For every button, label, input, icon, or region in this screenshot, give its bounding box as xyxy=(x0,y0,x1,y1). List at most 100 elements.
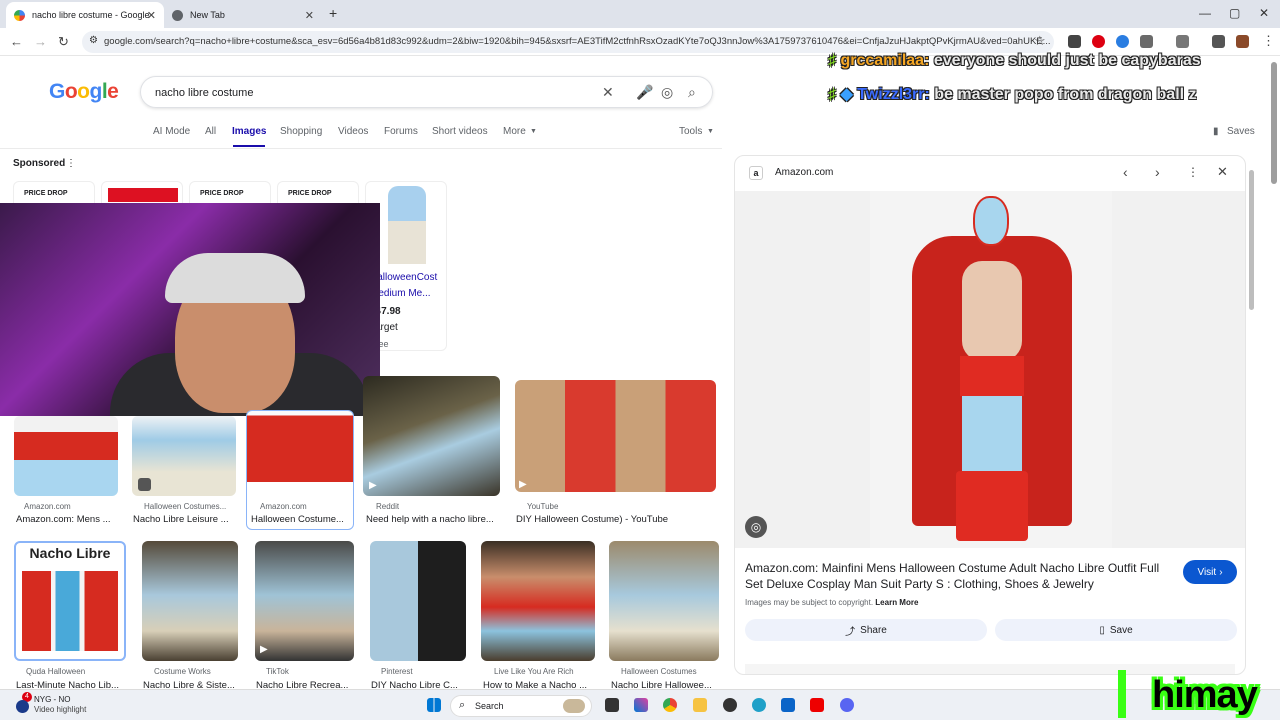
result-image[interactable] xyxy=(14,416,118,496)
panel-title[interactable]: Amazon.com: Mainfini Mens Halloween Cost… xyxy=(745,560,1165,592)
extension-icon[interactable] xyxy=(1068,35,1081,48)
tab-forums[interactable]: Forums xyxy=(384,126,418,137)
search-input[interactable]: nacho libre costume xyxy=(140,76,713,108)
lens-search-icon[interactable]: ◎ xyxy=(745,516,767,538)
app-icon[interactable] xyxy=(723,698,737,712)
result-image[interactable] xyxy=(481,541,595,661)
bookmark-star-icon[interactable]: ☆ xyxy=(1034,33,1046,49)
chrome-icon[interactable] xyxy=(663,698,677,712)
more-options-icon[interactable]: ⋮ xyxy=(66,158,76,169)
result-image[interactable]: ▶ xyxy=(255,541,354,661)
google-logo[interactable]: Google xyxy=(49,80,119,104)
tab-shopping[interactable]: Shopping xyxy=(280,126,322,137)
site-info-icon[interactable]: ⚙ xyxy=(89,35,98,46)
more-options-icon[interactable]: ⋮ xyxy=(1187,165,1199,179)
tab-title: nacho libre costume - Google xyxy=(32,10,150,20)
result-image[interactable] xyxy=(363,376,500,496)
tab-videos[interactable]: Videos xyxy=(338,126,368,137)
browser-tab-bar: nacho libre costume - Google ✕ New Tab ✕… xyxy=(0,0,1280,28)
bookmark-icon: ▯ xyxy=(1099,624,1105,636)
result-image[interactable] xyxy=(370,541,466,661)
share-button[interactable]: ⤴ Share xyxy=(745,619,987,641)
address-bar[interactable]: ⚙ google.com/search?q=nacho+libre+costum… xyxy=(82,31,1054,53)
result-title[interactable]: Nacho Libre Leisure ... xyxy=(133,514,238,525)
tab-ai-mode[interactable]: AI Mode xyxy=(153,126,190,137)
tab-google-search[interactable]: nacho libre costume - Google ✕ xyxy=(6,2,164,28)
lens-icon[interactable]: ◎ xyxy=(661,84,673,101)
copyright-text: Images may be subject to copyright. xyxy=(745,598,874,607)
saves-button[interactable]: Saves xyxy=(1227,126,1255,137)
adblock-icon[interactable] xyxy=(1092,35,1105,48)
save-button[interactable]: ▯ Save xyxy=(995,619,1237,641)
result-title[interactable]: Need help with a nacho libre... xyxy=(366,514,506,525)
chat-message: ♯ ◆ Twizzl3rr: be master popo from drago… xyxy=(828,84,1197,104)
tab-short-videos[interactable]: Short videos xyxy=(432,126,488,137)
task-view-icon[interactable] xyxy=(605,698,619,712)
share-label: Share xyxy=(860,624,887,636)
result-source: Reddit xyxy=(376,502,400,511)
result-image[interactable]: Nacho Libre xyxy=(14,541,126,661)
chevron-right-icon: › xyxy=(1219,566,1223,578)
preview-image[interactable] xyxy=(870,191,1112,548)
product-image xyxy=(108,188,178,202)
forward-icon[interactable]: → xyxy=(34,34,47,49)
panel-source[interactable]: Amazon.com xyxy=(775,167,833,178)
close-window-icon[interactable]: ✕ xyxy=(1259,6,1269,20)
avatar[interactable] xyxy=(1236,35,1249,48)
result-title[interactable]: Amazon.com: Mens ... xyxy=(16,514,116,525)
back-icon[interactable]: ← xyxy=(10,34,23,49)
notification-title[interactable]: NYG - NO xyxy=(34,695,70,704)
panel-scrollbar[interactable] xyxy=(1249,170,1254,310)
file-explorer-icon[interactable] xyxy=(693,698,707,712)
result-image[interactable] xyxy=(142,541,238,661)
tools-button[interactable]: Tools xyxy=(679,126,702,137)
learn-more-link[interactable]: Learn More xyxy=(875,598,918,607)
menu-icon[interactable]: ⋮ xyxy=(1262,33,1275,49)
downloads-icon[interactable] xyxy=(1212,35,1225,48)
prev-icon[interactable]: ‹ xyxy=(1123,164,1128,180)
maximize-icon[interactable]: ▢ xyxy=(1229,6,1240,20)
result-source: Halloween Costumes xyxy=(621,667,697,676)
minimize-icon[interactable]: — xyxy=(1199,6,1211,20)
taskbar-search[interactable]: ⌕ Search xyxy=(450,695,592,717)
visit-button[interactable]: Visit › xyxy=(1183,560,1237,584)
tab-new-tab[interactable]: New Tab ✕ xyxy=(164,2,322,28)
edge-icon[interactable] xyxy=(752,698,766,712)
cast-icon[interactable] xyxy=(1176,35,1189,48)
clear-icon[interactable]: ✕ xyxy=(602,84,614,101)
chat-badge-icon: ♯ xyxy=(828,86,836,103)
puzzle-icon[interactable] xyxy=(1140,35,1153,48)
tab-more[interactable]: More xyxy=(503,126,526,137)
price-drop-badge: PRICE DROP xyxy=(200,190,244,197)
microphone-icon[interactable]: 🎤 xyxy=(636,84,653,101)
close-tab-icon[interactable]: ✕ xyxy=(147,9,156,22)
result-title[interactable]: Halloween Costume... xyxy=(251,514,351,525)
sponsored-label: Sponsored xyxy=(13,158,66,169)
result-image[interactable] xyxy=(246,410,354,530)
next-icon[interactable]: › xyxy=(1155,164,1160,180)
close-tab-icon[interactable]: ✕ xyxy=(305,9,314,22)
close-icon[interactable]: ✕ xyxy=(1217,164,1228,180)
extension-icon[interactable] xyxy=(1116,35,1129,48)
costume-boots xyxy=(956,471,1028,541)
tab-images[interactable]: Images xyxy=(232,126,266,137)
notification-subtitle[interactable]: Video highlight xyxy=(34,705,86,714)
chat-user: grccamilaa: xyxy=(840,52,930,69)
result-title[interactable]: DIY Halloween Costume) - YouTube xyxy=(516,514,716,525)
reload-icon[interactable]: ↻ xyxy=(58,34,69,50)
result-source: Pinterest xyxy=(381,667,413,676)
chevron-down-icon: ▼ xyxy=(707,128,714,135)
result-image[interactable] xyxy=(609,541,719,661)
discord-icon[interactable] xyxy=(840,698,854,712)
youtube-icon[interactable] xyxy=(810,698,824,712)
result-image[interactable]: ▶ xyxy=(515,380,716,492)
tab-title: New Tab xyxy=(190,10,225,20)
search-icon[interactable]: ⌕ xyxy=(688,84,696,101)
store-icon[interactable] xyxy=(781,698,795,712)
tab-all[interactable]: All xyxy=(205,126,216,137)
copilot-icon[interactable] xyxy=(634,698,648,712)
page-scrollbar[interactable] xyxy=(1271,62,1277,184)
new-tab-icon[interactable]: + xyxy=(329,5,337,21)
price-drop-badge: PRICE DROP xyxy=(288,190,332,197)
windows-start-icon[interactable] xyxy=(427,698,441,712)
